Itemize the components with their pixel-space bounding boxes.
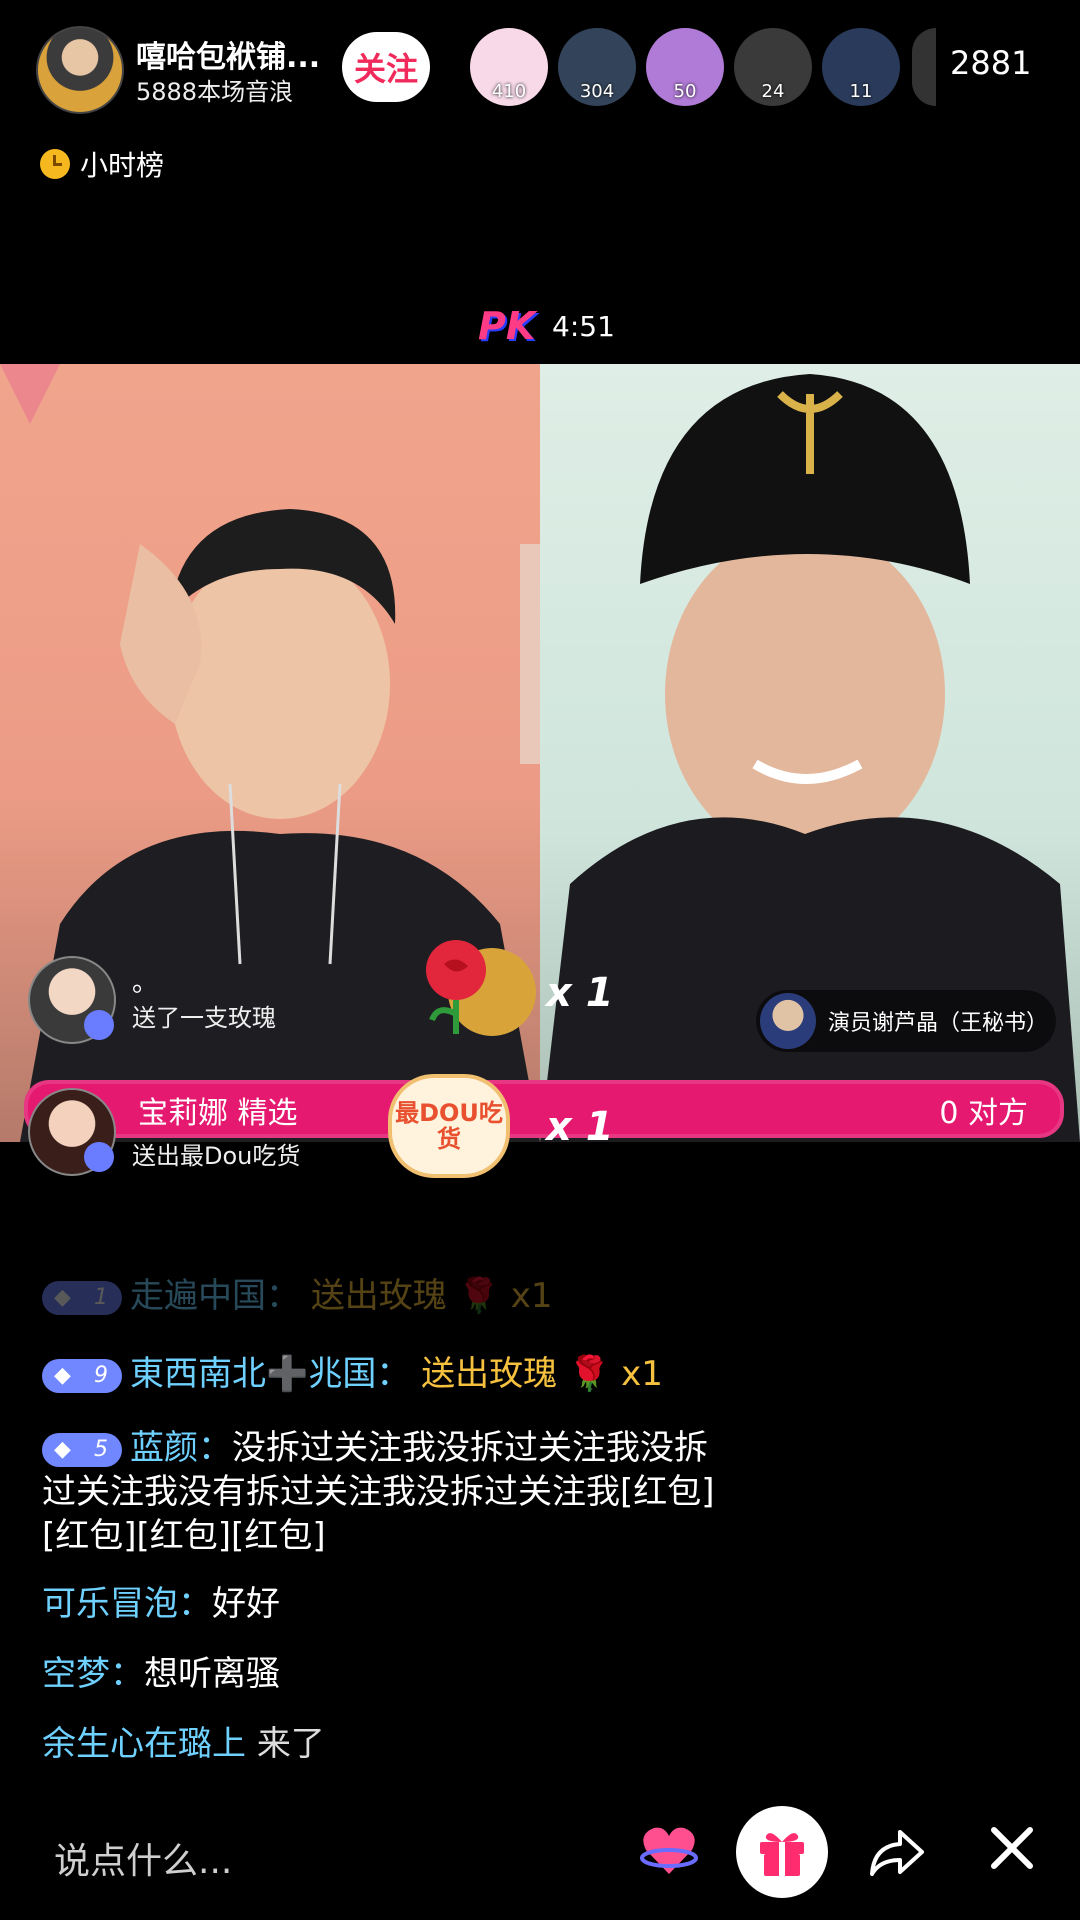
pk-right-score: 0 对方	[939, 1096, 1028, 1131]
follow-button[interactable]: 关注	[342, 32, 430, 102]
chat-message: 1走遍中国： 送出玫瑰 🌹 x1	[42, 1274, 553, 1318]
chat-username[interactable]: 余生心在璐上	[42, 1724, 246, 1764]
chat-username[interactable]: 可乐冒泡：	[42, 1584, 212, 1624]
chat-username[interactable]: 走遍中国：	[130, 1276, 300, 1316]
viewer-contribution: 24	[761, 81, 785, 102]
chat-username[interactable]: 空梦：	[42, 1654, 144, 1694]
level-badge: 5	[42, 1432, 122, 1467]
chat-message: 5蓝颜：没拆过关注我没拆过关注我没拆 过关注我没有拆过关注我没拆过关注我[红包]…	[42, 1426, 715, 1558]
level-badge: 1	[42, 1280, 122, 1315]
chat-text-line: [红包][红包][红包]	[42, 1516, 326, 1556]
gift-notice: 送出最Dou吃货	[28, 1088, 428, 1178]
chat-text: 来了	[256, 1724, 325, 1764]
top-viewer-avatar[interactable]: 24	[734, 28, 812, 106]
chat-text: 想听离骚	[144, 1654, 280, 1694]
viewer-contribution: 50	[673, 81, 697, 102]
close-icon[interactable]	[988, 1824, 1036, 1872]
level-badge-icon	[84, 1142, 114, 1172]
viewer-total[interactable]: 2881	[950, 44, 1031, 82]
opponent-name: 演员谢芦晶（王秘书）	[828, 1011, 1049, 1036]
opponent-avatar	[760, 993, 816, 1049]
top-viewer-avatar[interactable]: 410	[470, 28, 548, 106]
gifter-name: 。	[132, 968, 159, 998]
top-viewer-avatar[interactable]: 50	[646, 28, 724, 106]
chat-message: 余生心在璐上 来了	[42, 1722, 325, 1766]
gift-multiplier: x 1	[546, 970, 614, 1016]
pk-logo: PK	[478, 304, 536, 348]
viewer-contribution: 11	[849, 81, 873, 102]
gift-action: 送了一支玫瑰	[132, 1004, 276, 1032]
top-viewer-avatar[interactable]: 304	[558, 28, 636, 106]
dou-chihuo-icon: 最DOU吃货	[388, 1074, 510, 1178]
chat-message: 9東西南北➕兆国： 送出玫瑰 🌹 x1	[42, 1352, 663, 1396]
viewer-contribution: 304	[579, 81, 615, 102]
chat-username[interactable]: 東西南北➕兆国：	[130, 1354, 410, 1394]
viewer-contribution: 410	[491, 81, 527, 102]
pk-timer: 4:51	[552, 310, 615, 343]
chat-text: 送出玫瑰 🌹 x1	[310, 1276, 553, 1316]
hourly-rank[interactable]: 小时榜	[40, 144, 164, 184]
level-badge: 9	[42, 1358, 122, 1393]
heart-icon[interactable]	[640, 1822, 698, 1880]
comment-input[interactable]: 说点什么...	[54, 1832, 232, 1884]
gift-multiplier: x 1	[546, 1104, 614, 1150]
chat-text-line: 过关注我没有拆过关注我没拆过关注我[红包]	[42, 1472, 715, 1512]
host-audio-wave-count: 5888本场音浪	[136, 78, 294, 106]
clock-icon	[40, 149, 70, 179]
opponent-chip[interactable]: 演员谢芦晶（王秘书）	[756, 990, 1056, 1052]
chat-text: 好好	[212, 1584, 280, 1624]
hourly-rank-label: 小时榜	[80, 149, 165, 182]
host-avatar[interactable]	[36, 26, 124, 114]
gift-icon	[760, 1833, 804, 1876]
level-badge-icon	[84, 1010, 114, 1040]
chat-message: 可乐冒泡：好好	[42, 1582, 280, 1626]
share-icon[interactable]	[866, 1822, 926, 1882]
chat-text: 送出玫瑰 🌹 x1	[421, 1354, 663, 1394]
top-viewer-avatar[interactable]: 11	[822, 28, 900, 106]
rose-microphone-icon	[426, 940, 536, 1036]
chat-message: 空梦：想听离骚	[42, 1652, 280, 1696]
gift-action: 送出最Dou吃货	[132, 1142, 301, 1170]
chat-username[interactable]: 蓝颜：	[130, 1428, 232, 1468]
gift-button[interactable]	[736, 1806, 828, 1898]
viewer-overflow	[912, 28, 936, 106]
host-name[interactable]: 嘻哈包袱铺...	[136, 32, 320, 76]
chat-text: 没拆过关注我没拆过关注我没拆	[232, 1428, 708, 1468]
